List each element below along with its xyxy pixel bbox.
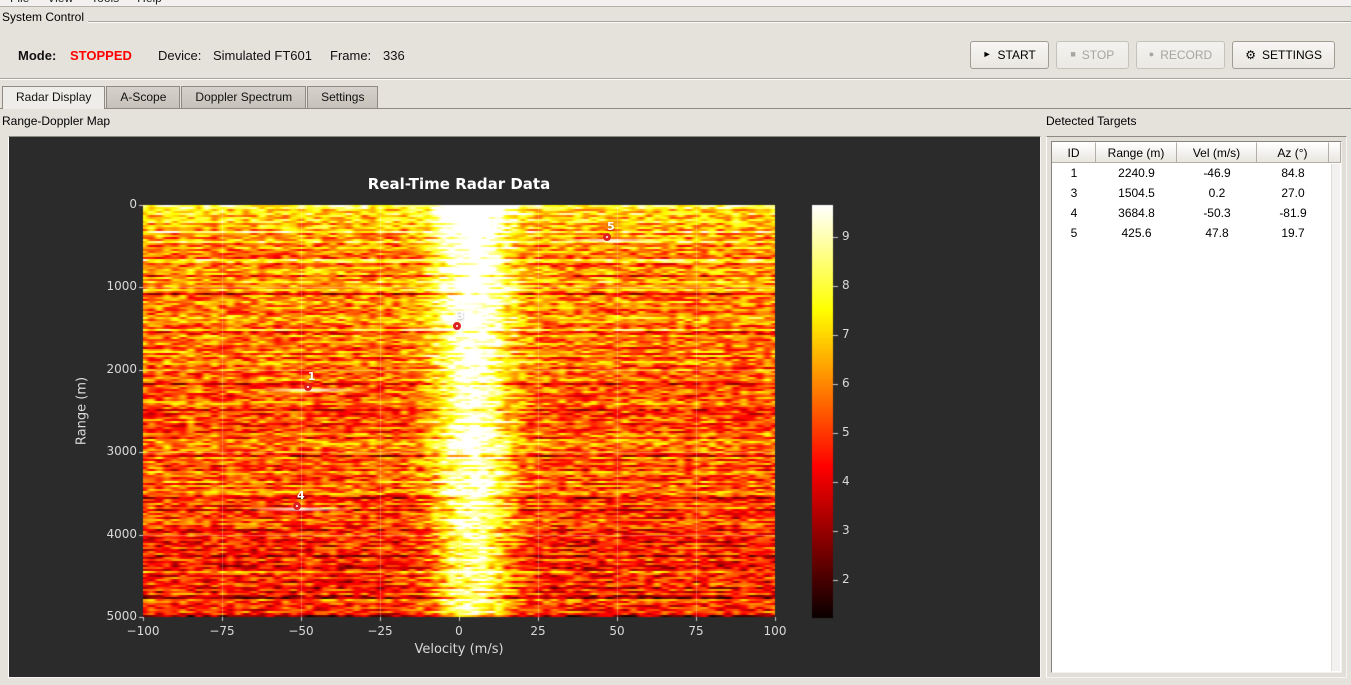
tab-radar-display[interactable]: Radar Display — [2, 86, 106, 109]
control-buttons: ► START ■ STOP ● RECORD ⚙ SETTINGS — [969, 41, 1335, 69]
cell: 19.7 — [1281, 226, 1305, 240]
range-doppler-group-label: Range-Doppler Map — [2, 114, 111, 128]
panel-divider — [0, 78, 1351, 80]
range-doppler-map-panel: Real-Time Radar Data Velocity (m/s) Rang… — [8, 136, 1041, 678]
menu-file[interactable]: File — [1, 0, 38, 6]
record-button-label: RECORD — [1160, 48, 1213, 62]
play-icon: ► — [982, 49, 992, 59]
tab-doppler-spectrum[interactable]: Doppler Spectrum — [181, 86, 307, 108]
target-row[interactable]: 1 2240.9 -46.9 84.8 — [1052, 163, 1341, 183]
cell: 3684.8 — [1118, 206, 1155, 220]
table-header-stub — [1329, 142, 1341, 163]
detected-targets-panel: ID Range (m) Vel (m/s) Az (°) 1 2240.9 -46.9 8… — [1046, 136, 1347, 678]
cell: 2240.9 — [1118, 166, 1155, 180]
menu-help[interactable]: Help — [128, 0, 171, 6]
record-icon: ● — [1148, 49, 1155, 59]
cell: -50.3 — [1203, 206, 1231, 220]
cell: 4 — [1070, 206, 1078, 220]
device-value: Simulated FT601 — [213, 48, 312, 63]
cell: 27.0 — [1281, 186, 1305, 200]
targets-table: ID Range (m) Vel (m/s) Az (°) 1 2240.9 -46.9 8… — [1051, 141, 1342, 673]
plot-area: Real-Time Radar Data Velocity (m/s) Rang… — [9, 137, 1040, 677]
target-row[interactable]: 4 3684.8 -50.3 -81.9 — [1052, 203, 1341, 223]
stop-button-label: STOP — [1081, 48, 1115, 62]
cell: 3 — [1070, 186, 1078, 200]
cell: 0.2 — [1208, 186, 1226, 200]
column-header-rangem[interactable]: Range (m) — [1096, 142, 1177, 163]
tab-settings[interactable]: Settings — [307, 86, 379, 108]
column-header-id[interactable]: ID — [1052, 142, 1096, 163]
tabbar: Radar Display A-Scope Doppler Spectrum Sett… — [2, 86, 379, 109]
cell: 425.6 — [1121, 226, 1152, 240]
mode-value: STOPPED — [70, 48, 132, 63]
menu-view[interactable]: View — [38, 0, 82, 6]
detected-targets-group-label: Detected Targets — [1046, 114, 1137, 128]
cell: 5 — [1070, 226, 1078, 240]
cell: 47.8 — [1205, 226, 1229, 240]
system-control-group-label: System Control — [2, 10, 85, 24]
cell: 84.8 — [1281, 166, 1305, 180]
cell: 1 — [1070, 166, 1078, 180]
x-axis-label: Velocity (m/s) — [414, 642, 504, 657]
record-button[interactable]: ● RECORD — [1135, 41, 1226, 69]
gear-icon: ⚙ — [1245, 48, 1256, 62]
stop-icon: ■ — [1070, 49, 1076, 59]
mode-label: Mode: — [18, 48, 57, 63]
cell: -81.9 — [1279, 206, 1307, 220]
column-header-az[interactable]: Az (°) — [1257, 142, 1329, 163]
app-window: { "menu": { "items": ["File", "View", "T… — [0, 0, 1351, 685]
menu-items: FileViewToolsHelp — [0, 0, 1351, 6]
cell: 1504.5 — [1118, 186, 1155, 200]
frame-label: Frame: — [330, 48, 372, 63]
target-row[interactable]: 3 1504.5 0.2 27.0 — [1052, 183, 1341, 203]
target-row[interactable]: 5 425.6 47.8 19.7 — [1052, 223, 1341, 243]
frame-value: 336 — [383, 48, 405, 63]
menubar: FileViewToolsHelp — [0, 0, 1351, 7]
targets-table-header: ID Range (m) Vel (m/s) Az (°) — [1052, 142, 1341, 163]
range-doppler-heatmap-canvas — [9, 137, 1040, 677]
targets-table-body: 1 2240.9 -46.9 84.8 3 1504.5 0.2 27.0 4 3684.8 -50… — [1052, 163, 1341, 243]
start-button[interactable]: ► START — [969, 41, 1049, 69]
device-label: Device: — [158, 48, 202, 63]
cell: -46.9 — [1203, 166, 1231, 180]
settings-button[interactable]: ⚙ SETTINGS — [1232, 41, 1335, 69]
start-button-label: START — [997, 48, 1036, 62]
tab-a-scope[interactable]: A-Scope — [106, 86, 181, 108]
column-header-velms[interactable]: Vel (m/s) — [1177, 142, 1257, 163]
settings-button-label: SETTINGS — [1261, 48, 1322, 62]
y-axis-label: Range (m) — [74, 376, 90, 446]
groupbox-divider — [88, 21, 1351, 23]
menu-tools[interactable]: Tools — [82, 0, 128, 6]
plot-title: Real-Time Radar Data — [367, 175, 551, 193]
stop-button[interactable]: ■ STOP — [1055, 41, 1129, 69]
table-scrollbar[interactable] — [1331, 164, 1340, 671]
